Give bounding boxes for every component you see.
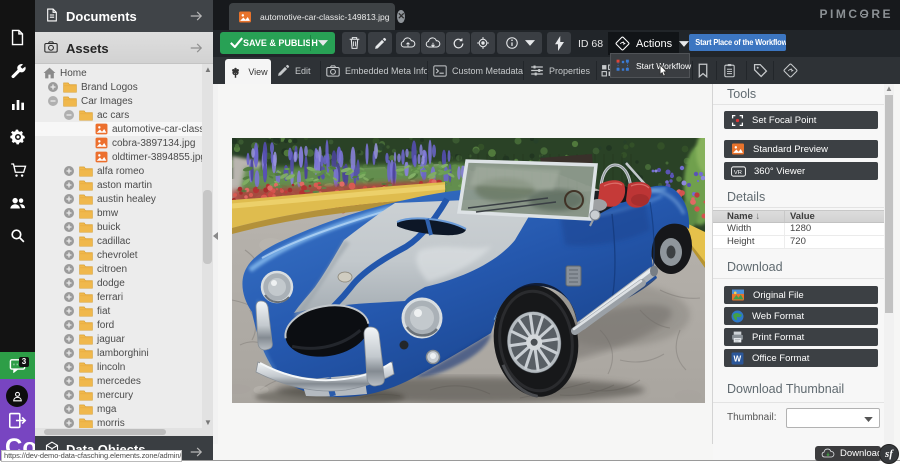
svg-text:VR: VR [734, 169, 742, 175]
svg-text:W: W [733, 354, 741, 363]
